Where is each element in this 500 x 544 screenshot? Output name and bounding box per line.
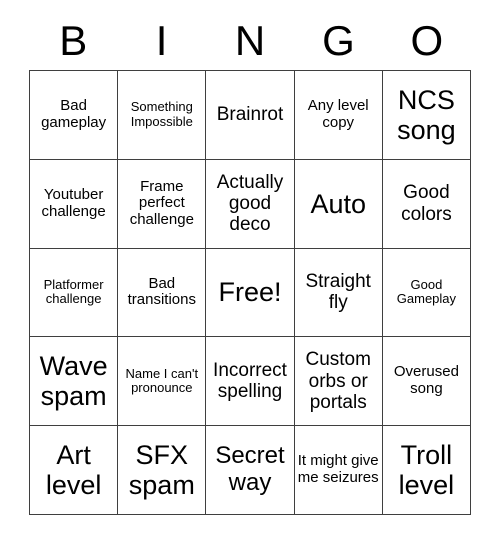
bingo-cell[interactable]: Actually good deco	[206, 159, 295, 249]
bingo-cell-label: Good Gameplay	[396, 276, 457, 307]
bingo-cell-label: Straight fly	[305, 271, 371, 314]
bingo-cell[interactable]: Name I can't pronounce	[118, 337, 207, 427]
bingo-cell-label: Bad gameplay	[41, 97, 107, 131]
bingo-cell[interactable]: Good colors	[382, 159, 472, 249]
bingo-cell[interactable]: Bad transitions	[118, 248, 207, 338]
bingo-cell[interactable]: Good Gameplay	[382, 248, 472, 338]
bingo-cell-free[interactable]: Free!	[206, 248, 295, 338]
bingo-cell[interactable]: Auto	[294, 159, 383, 249]
bingo-cell[interactable]: Troll level	[382, 426, 472, 515]
bingo-grid: Bad gameplay Something Impossible Brainr…	[29, 70, 472, 515]
bingo-cell-label: Youtuber challenge	[41, 185, 106, 220]
bingo-cell[interactable]: Overused song	[382, 337, 472, 427]
bingo-cell[interactable]: Wave spam	[30, 337, 119, 427]
bingo-cell[interactable]: Incorrect spelling	[206, 337, 295, 427]
bingo-card: B I N G O Bad gameplay Something Impossi…	[29, 12, 472, 515]
bingo-row: Wave spam Name I can't pronounce Incorre…	[30, 337, 472, 427]
bingo-cell[interactable]: Bad gameplay	[30, 71, 119, 160]
bingo-cell[interactable]: Frame perfect challenge	[118, 159, 207, 249]
bingo-cell-label: Actually good deco	[216, 171, 284, 236]
bingo-row: Platformer challenge Bad transitions Fre…	[30, 248, 472, 338]
bingo-cell-label: Brainrot	[216, 104, 284, 126]
bingo-cell[interactable]: SFX spam	[118, 426, 207, 515]
bingo-cell-label: Wave spam	[39, 351, 108, 412]
bingo-cell-label: Overused song	[393, 363, 459, 398]
bingo-cell[interactable]: Youtuber challenge	[30, 159, 119, 249]
bingo-cell-label: Secret way	[215, 442, 285, 497]
bingo-cell[interactable]: Brainrot	[206, 71, 295, 160]
bingo-cell[interactable]: Something Impossible	[118, 71, 207, 160]
bingo-cell[interactable]: NCS song	[382, 71, 472, 160]
bingo-cell-label: Any level copy	[307, 97, 369, 131]
bingo-cell-label: Frame perfect challenge	[129, 177, 194, 229]
bingo-header-letter-g: G	[322, 17, 355, 64]
bingo-header-row: B I N G O	[29, 12, 471, 70]
bingo-header-letter-i: I	[155, 17, 168, 64]
bingo-cell-label: NCS song	[397, 84, 456, 145]
bingo-header-letter-b: B	[59, 17, 88, 64]
bingo-row: Youtuber challenge Frame perfect challen…	[30, 159, 472, 249]
bingo-cell[interactable]: It might give me seizures	[294, 426, 383, 515]
bingo-header-letter-o: O	[410, 17, 444, 64]
bingo-cell-label: Name I can't pronounce	[125, 365, 199, 396]
bingo-cell-label: Free!	[218, 277, 282, 308]
bingo-row: Bad gameplay Something Impossible Brainr…	[30, 71, 472, 160]
bingo-cell[interactable]: Straight fly	[294, 248, 383, 338]
bingo-cell-label: Art level	[45, 439, 102, 501]
bingo-cell-label: Troll level	[398, 439, 455, 501]
bingo-cell[interactable]: Art level	[30, 426, 119, 515]
bingo-cell-label: Custom orbs or portals	[305, 349, 371, 413]
bingo-cell[interactable]: Secret way	[206, 426, 295, 515]
bingo-cell-label: SFX spam	[128, 439, 195, 501]
bingo-cell[interactable]: Custom orbs or portals	[294, 337, 383, 427]
bingo-cell[interactable]: Any level copy	[294, 71, 383, 160]
bingo-cell-label: Good colors	[401, 182, 452, 225]
bingo-cell-label: Platformer challenge	[43, 276, 104, 307]
bingo-cell-label: It might give me seizures	[297, 452, 379, 487]
bingo-row: Art level SFX spam Secret way It might g…	[30, 426, 472, 515]
bingo-cell-label: Auto	[310, 188, 366, 219]
bingo-cell[interactable]: Platformer challenge	[30, 248, 119, 338]
bingo-cell-label: Something Impossible	[130, 99, 193, 129]
bingo-cell-label: Incorrect spelling	[213, 360, 287, 403]
bingo-header-letter-n: N	[234, 17, 266, 64]
bingo-cell-label: Bad transitions	[127, 274, 196, 309]
